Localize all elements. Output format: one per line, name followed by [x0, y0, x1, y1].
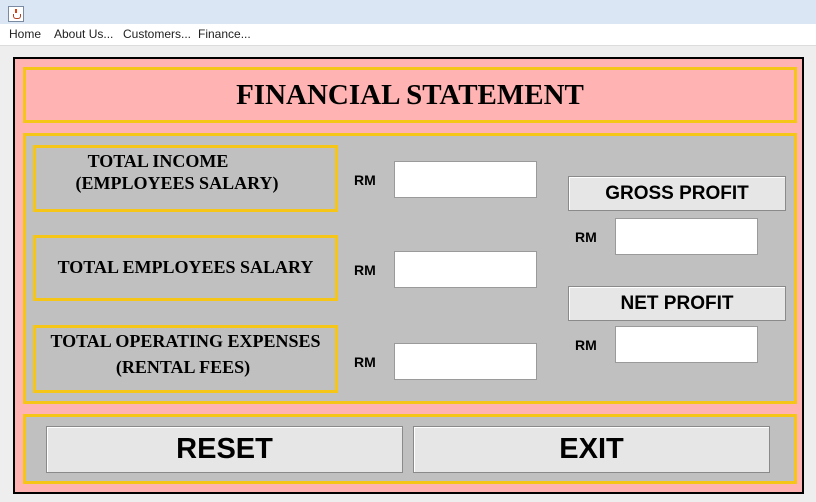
net-profit-field[interactable]	[615, 326, 758, 363]
net-profit-currency: RM	[575, 337, 597, 353]
reset-button[interactable]: RESET	[46, 426, 403, 473]
total-income-label-line1: TOTAL INCOME	[87, 151, 229, 171]
total-income-currency: RM	[354, 172, 376, 188]
total-salary-currency: RM	[354, 262, 376, 278]
title-panel: FINANCIAL STATEMENT	[23, 67, 797, 123]
gross-profit-currency: RM	[575, 229, 597, 245]
operating-expenses-field[interactable]	[394, 343, 537, 380]
menu-bar: Home About Us... Customers... Finance...	[0, 24, 816, 46]
total-income-label-line2: (EMPLOYEES SALARY)	[75, 173, 279, 193]
java-cup-icon[interactable]	[8, 6, 24, 22]
menu-item-finance[interactable]: Finance...	[198, 27, 251, 41]
exit-button[interactable]: EXIT	[413, 426, 770, 473]
total-salary-field[interactable]	[394, 251, 537, 288]
menu-item-home[interactable]: Home	[9, 27, 41, 41]
gross-profit-field[interactable]	[615, 218, 758, 255]
gross-profit-button[interactable]: GROSS PROFIT	[568, 176, 786, 211]
page-title: FINANCIAL STATEMENT	[236, 78, 584, 111]
window-title-bar	[0, 0, 816, 24]
menu-item-customers[interactable]: Customers...	[123, 27, 191, 41]
operating-expenses-label-line1: TOTAL OPERATING EXPENSES	[50, 331, 321, 351]
total-income-field[interactable]	[394, 161, 537, 198]
menu-item-about-us[interactable]: About Us...	[54, 27, 113, 41]
operating-expenses-label-line2: (RENTAL FEES)	[115, 357, 251, 377]
net-profit-button[interactable]: NET PROFIT	[568, 286, 786, 321]
operating-expenses-currency: RM	[354, 354, 376, 370]
total-salary-label: TOTAL EMPLOYEES SALARY	[57, 257, 314, 277]
